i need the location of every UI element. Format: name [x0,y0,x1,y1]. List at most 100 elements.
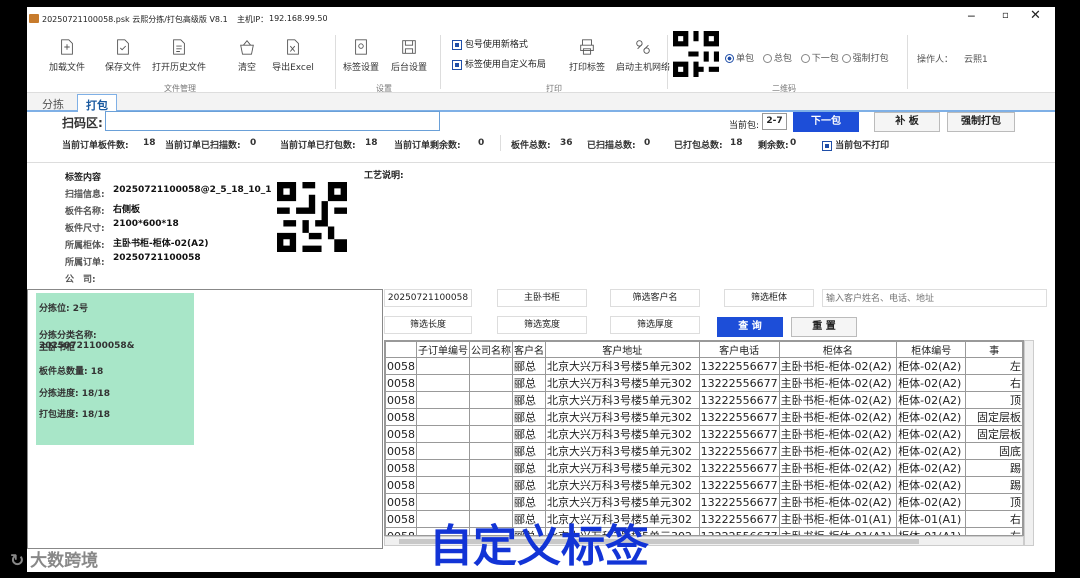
tab-packing[interactable]: 打包 [77,94,117,112]
cabinet-filter[interactable]: 主卧书柜 [497,289,587,307]
toolbar-button-9[interactable]: 启动主机网络 [613,37,673,73]
radio-off-icon [762,54,772,63]
table-cell: 北京大兴万科3号楼5单元302 [545,391,700,409]
table-cell [469,425,513,443]
overlay-caption: 自定义标签 [429,521,649,572]
toolbar-button-5[interactable]: 导出Excel [263,37,323,73]
current-pack-value[interactable]: 2-7 [762,113,787,130]
column-header[interactable]: 柜体名 [778,341,898,358]
order-filter[interactable]: 20250721100058 [384,289,472,307]
app-window: 20250721100058.psk 云熙分拣/打包高级版 V8.1 主机IP：… [27,7,1055,572]
radio-next[interactable]: 下一包 [800,54,839,64]
label-field-key: 所属订单: [65,258,105,268]
label-field-key: 扫描信息: [65,190,105,200]
table-row[interactable]: 0058 郦总北京大兴万科3号楼5单元30213222556677主卧书柜-柜体-… [385,493,1023,511]
table-row[interactable]: 0058 郦总北京大兴万科3号楼5单元30213222556677主卧书柜-柜体-… [385,357,1023,375]
table-cell: 0058 [385,391,417,409]
parts-table-container: 子订单编号 公司名称 客户名 客户地址 客户电话 柜体名 柜体编号事 0058 郦总 北京大兴万… [384,340,1024,536]
table-cell: 郦总 [512,408,546,426]
pack-progress: 打包进度: 18/18 [39,410,111,420]
vertical-scrollbar[interactable] [1024,340,1034,546]
reset-button[interactable]: 重 置 [791,317,857,337]
table-cell: 0058 [385,357,417,375]
column-header[interactable]: 客户名 [512,341,546,358]
column-header[interactable]: 客户地址 [545,341,700,358]
next-pack-button[interactable]: 下一包 [793,112,859,132]
custom-layout-checkbox[interactable]: 标签使用自定义布局 [452,57,546,70]
length-filter[interactable]: 筛选长度 [384,316,472,334]
query-button[interactable]: 查 询 [717,317,783,337]
table-cell: 主卧书柜-柜体-02(A2) [778,425,898,443]
table-cell: 0058 [385,510,417,528]
toolbar-button-1[interactable]: 加载文件 [37,37,97,73]
column-header[interactable]: 事 [965,341,1023,358]
table-row[interactable]: 0058 郦总北京大兴万科3号楼5单元30213222556677主卧书柜-柜体-… [385,459,1023,477]
close-icon[interactable]: ✕ [1030,8,1041,23]
table-row[interactable]: 0058 郦总北京大兴万科3号楼5单元30213222556677主卧书柜-柜体-… [385,425,1023,443]
minimize-icon[interactable]: ─ [968,10,975,23]
table-row[interactable]: 0058 郦总北京大兴万科3号楼5单元30213222556677主卧书柜-柜体-… [385,408,1023,426]
toolbar-button-label: 标签设置 [342,63,379,73]
toolbar-button-7[interactable]: 后台设置 [379,37,439,73]
supplement-button[interactable]: 补 板 [874,112,940,132]
scan-label: 扫码区: [62,116,103,130]
thickness-filter[interactable]: 筛选厚度 [610,316,700,334]
table-cell: 柜体-02(A2) [896,493,967,511]
label-field-value: 主卧书柜-柜体-02(A2) [113,239,209,249]
width-filter[interactable]: 筛选宽度 [497,316,587,334]
maximize-icon[interactable]: ▫ [1002,10,1009,21]
table-cell: 主卧书柜-柜体-02(A2) [778,493,898,511]
radio-single[interactable]: 单包 [725,54,754,64]
new-format-checkbox[interactable]: 包号使用新格式 [452,37,528,50]
force-pack-button[interactable]: 强制打包 [947,112,1015,132]
table-cell [416,408,470,426]
table-cell [469,476,513,494]
table-cell: 郦总 [512,374,546,392]
custom-layout-label: 标签使用自定义布局 [464,60,546,70]
radio-total-label: 总包 [773,54,792,64]
column-header[interactable]: 柜体编号 [896,341,967,358]
table-row[interactable]: 0058 郦总北京大兴万科3号楼5单元30213222556677主卧书柜-柜体-… [385,476,1023,494]
cabinet-filter-button[interactable]: 筛选柜体 [724,289,814,307]
customer-filter[interactable]: 筛选客户名 [610,289,700,307]
table-cell [416,391,470,409]
table-cell: 固定层板 [965,408,1023,426]
toolbar-button-label: 打开历史文件 [151,63,206,73]
table-row[interactable]: 0058 郦总北京大兴万科3号楼5单元30213222556677主卧书柜-柜体-… [385,442,1023,460]
table-cell [416,493,470,511]
scan-input[interactable] [105,111,440,131]
radio-off-icon [800,54,810,63]
stat-label: 当前订单剩余数: [394,141,461,151]
table-cell: 郦总 [512,391,546,409]
toolbar-button-label: 加载文件 [48,63,85,73]
table-cell: 13222556677 [698,510,780,528]
column-header[interactable]: 子订单编号 [416,341,470,358]
tab-sorting[interactable]: 分拣 [34,94,72,112]
toolbar-button-3[interactable]: 打开历史文件 [149,37,209,73]
table-cell: 柜体-02(A2) [896,425,967,443]
new-format-label: 包号使用新格式 [464,40,528,50]
label-settings-icon [355,39,367,55]
table-cell: 13222556677 [698,408,780,426]
table-row[interactable]: 0058 郦总北京大兴万科3号楼5单元30213222556677主卧书柜-柜体-… [385,391,1023,409]
label-field-value: 右侧板 [113,205,141,215]
table-cell: 北京大兴万科3号楼5单元302 [545,476,700,494]
app-icon [29,14,39,23]
column-header[interactable] [385,341,417,358]
toolbar-button-8[interactable]: 打印标签 [557,37,617,73]
radio-force[interactable]: 强制打包 [841,54,889,64]
table-cell [469,408,513,426]
stat-value: 18 [143,138,156,148]
table-row[interactable]: 0058 郦总北京大兴万科3号楼5单元30213222556677主卧书柜-柜体-… [385,374,1023,392]
radio-total[interactable]: 总包 [762,54,792,64]
column-header[interactable]: 客户电话 [698,341,780,358]
stat-value: 18 [730,138,743,148]
no-print-checkbox[interactable]: 当前包不打印 [822,138,889,151]
sort-category-2: 主卧书柜 [39,343,76,353]
sort-position: 分拣位: 2号 [39,304,88,314]
table-cell: 柜体-02(A2) [896,357,967,375]
customer-search-input[interactable] [822,289,1047,307]
table-cell [469,459,513,477]
toolbar-button-2[interactable]: 保存文件 [93,37,153,73]
column-header[interactable]: 公司名称 [469,341,513,358]
